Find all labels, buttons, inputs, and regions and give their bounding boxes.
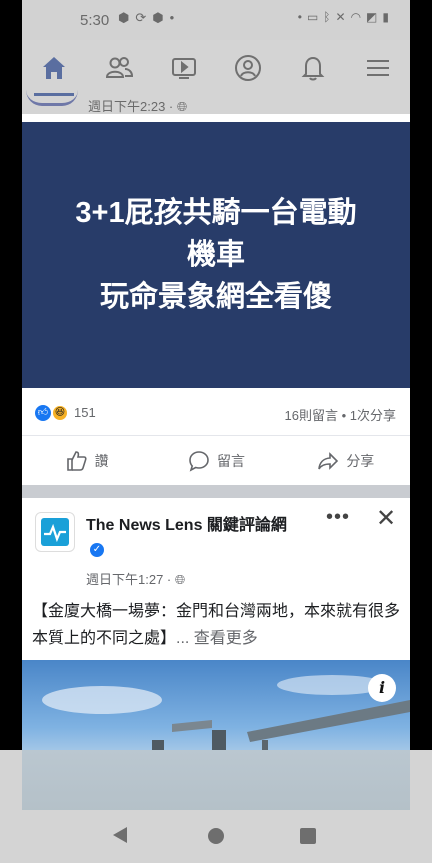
back-icon[interactable] — [113, 827, 127, 843]
close-icon[interactable]: ✕ — [376, 504, 396, 533]
thumbs-up-icon — [66, 451, 87, 471]
home-icon — [43, 57, 66, 79]
post-time-text: 週日下午1:27 · — [86, 572, 175, 587]
photo-overflow — [22, 750, 410, 810]
tab-profile[interactable] — [224, 44, 272, 92]
mute-icon: ✕ — [335, 10, 351, 24]
battery-icon: ▮ — [382, 10, 394, 24]
dot-icon: • — [169, 10, 181, 25]
comments-shares-count[interactable]: 16則留言 • 1次分享 — [285, 405, 396, 424]
haha-reaction-icon[interactable]: 😆︎ — [51, 404, 69, 422]
system-nav-bar — [0, 750, 432, 863]
cast-icon: ▭ — [306, 10, 324, 24]
page-name-text: The News Lens 關鍵評論網 — [86, 517, 287, 534]
dot-icon: • — [297, 10, 307, 24]
comment-icon — [189, 451, 209, 472]
status-right-icons: •▭ᛒ✕◠◩▮ — [298, 10, 394, 24]
status-time: 5:30 — [80, 12, 110, 29]
post-timestamp: 週日下午2:23 · 🌐︎ — [88, 96, 187, 115]
page-avatar[interactable] — [35, 512, 75, 552]
post-spacer — [22, 114, 410, 122]
post-actions: 讚 留言 分享 — [22, 437, 410, 485]
post-image-banner[interactable]: 3+1屁孩共騎一台電動 機車 玩命景象網全看傻 — [22, 122, 410, 388]
video-icon — [171, 58, 196, 79]
left-black-edge — [0, 114, 22, 750]
banner-line: 機車 — [186, 239, 245, 271]
banner-line: 玩命景象網全看傻 — [99, 281, 332, 313]
page-name[interactable]: The News Lens 關鍵評論網 ✓ — [86, 514, 296, 560]
tab-home[interactable] — [30, 44, 78, 96]
reaction-count[interactable]: 151 — [74, 405, 96, 420]
android-icon: ⬢ — [152, 10, 170, 25]
profile-icon — [235, 55, 262, 81]
facebook-feed: 5:30 ⬢⟳⬢• •▭ᛒ✕◠◩▮ 週日下午2:23 · 🌐︎ 3+1屁孩共騎一… — [22, 0, 410, 863]
friends-icon — [105, 57, 133, 78]
like-button[interactable]: 讚 — [22, 437, 151, 485]
comment-label: 留言 — [216, 453, 245, 469]
feed-divider — [22, 485, 410, 498]
reactions-bar: 👍︎ 😆︎ 151 16則留言 • 1次分享 — [22, 388, 410, 436]
home-button-icon[interactable] — [208, 828, 224, 844]
status-bar: 5:30 ⬢⟳⬢• •▭ᛒ✕◠◩▮ — [22, 0, 410, 40]
like-reaction-icon[interactable]: 👍︎ — [35, 405, 51, 421]
tab-menu[interactable] — [354, 44, 402, 92]
android-icon: ⬢ — [118, 10, 136, 25]
sync-icon: ⟳ — [135, 10, 153, 25]
share-label: 分享 — [346, 453, 375, 469]
globe-icon: 🌐︎ — [174, 572, 186, 587]
bluetooth-icon: ᛒ — [323, 10, 336, 24]
comment-button[interactable]: 留言 — [151, 437, 280, 485]
more-options-icon[interactable]: ••• — [326, 506, 350, 529]
like-label: 讚 — [94, 453, 109, 469]
top-nav-bar — [22, 40, 410, 96]
see-more-link[interactable]: ... 查看更多 — [176, 630, 258, 647]
verified-badge-icon: ✓ — [90, 543, 104, 557]
hamburger-icon — [366, 60, 389, 76]
tab-notifications[interactable] — [289, 44, 337, 92]
status-left-icons: ⬢⟳⬢• — [118, 10, 180, 26]
news-lens-logo-icon — [41, 518, 69, 546]
wifi-icon: ◠ — [350, 10, 367, 24]
bell-icon — [301, 56, 325, 81]
post-header-partial: 週日下午2:23 · 🌐︎ — [22, 96, 410, 114]
share-button[interactable]: 分享 — [281, 437, 410, 485]
globe-icon: 🌐︎ — [176, 99, 188, 114]
tab-friends[interactable] — [95, 44, 143, 92]
tab-watch[interactable] — [160, 44, 208, 92]
no-sim-icon: ◩ — [366, 10, 383, 24]
post-text: 【金廈大橋一場夢：金門和台灣兩地，本來就有很多本質上的不同之處】... 查看更多 — [32, 598, 404, 652]
post-timestamp[interactable]: 週日下午1:27 · 🌐︎ — [86, 569, 185, 588]
recent-apps-icon[interactable] — [300, 828, 316, 844]
banner-line: 3+1屁孩共騎一台電動 — [75, 197, 357, 229]
share-icon — [318, 452, 339, 470]
info-badge-icon[interactable]: i — [368, 674, 396, 702]
avatar[interactable] — [26, 90, 78, 106]
post-time-text: 週日下午2:23 · — [88, 99, 177, 114]
